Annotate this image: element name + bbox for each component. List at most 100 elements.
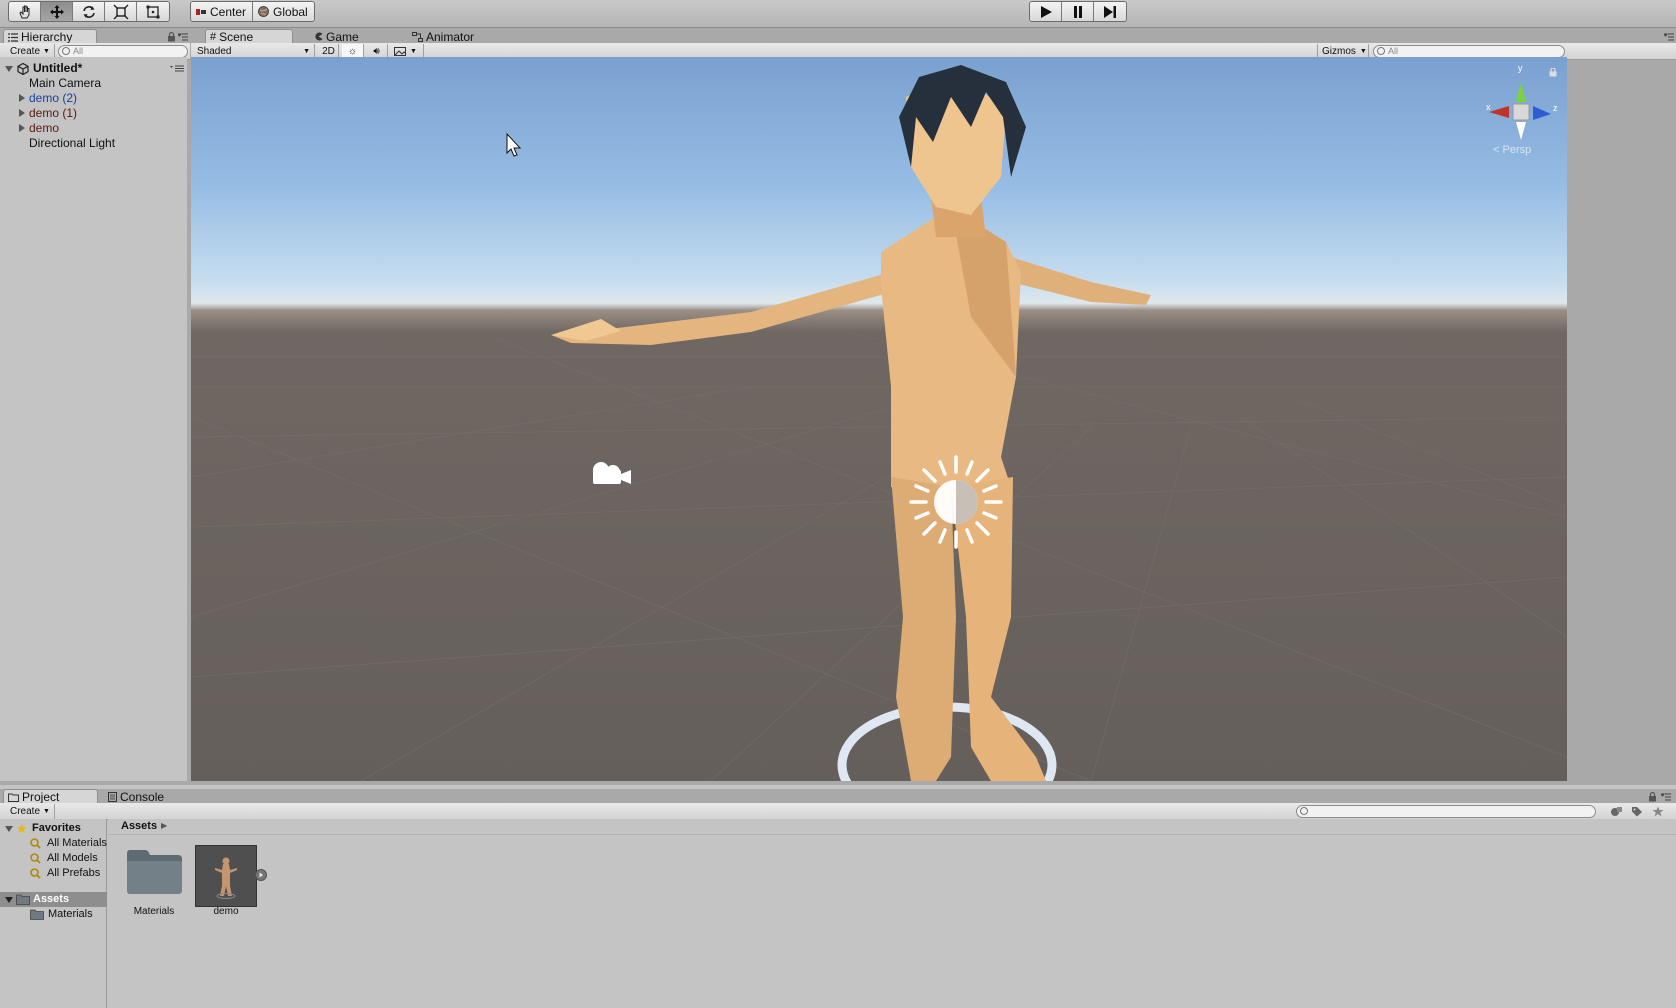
grid-icon: # (210, 31, 217, 43)
tab-hierarchy[interactable]: Hierarchy (3, 29, 97, 44)
filter-by-type-icon[interactable] (1610, 806, 1623, 817)
pause-icon (1073, 5, 1082, 18)
pivot-global-label: Global (273, 4, 308, 19)
asset-item-label: demo (213, 906, 239, 917)
hierarchy-item[interactable]: demo (2) (0, 91, 187, 106)
tab-console[interactable]: Console (104, 789, 184, 804)
favorites-row[interactable]: ★ Favorites (0, 821, 107, 836)
search-icon (1300, 807, 1308, 815)
speaker-icon: 🔊︎ (373, 46, 380, 57)
pivot-center-button[interactable]: Center (191, 2, 254, 21)
pivot-toggles: Center Global (190, 1, 315, 22)
panel-menu-icon[interactable] (1661, 793, 1671, 801)
asset-folder-item[interactable]: Materials (0, 907, 107, 922)
tab-scene[interactable]: # Scene (205, 29, 293, 44)
search-icon (1377, 47, 1385, 55)
gizmos-label: Gizmos (1322, 46, 1356, 57)
lock-icon[interactable] (1549, 68, 1557, 77)
hierarchy-panel: Untitled* Main Camera demo (2) demo (1) … (0, 57, 187, 781)
lock-icon[interactable] (167, 32, 176, 42)
projection-mode-label[interactable]: < Persp (1493, 144, 1531, 156)
pivot-center-icon (196, 8, 206, 15)
pivot-global-button[interactable]: Global (253, 2, 314, 21)
scene-viewport[interactable]: x y z < Persp (191, 57, 1567, 781)
expand-asset-icon[interactable] (255, 869, 267, 881)
hierarchy-item-label: Directional Light (29, 136, 116, 150)
hierarchy-item[interactable]: demo (0, 121, 187, 136)
hand-tool-button[interactable] (9, 2, 41, 21)
chevron-down-icon: ▼ (43, 808, 50, 815)
panel-menu-icon[interactable] (178, 33, 188, 41)
tab-project[interactable]: Project (3, 789, 98, 804)
axis-y-label: y (1518, 63, 1523, 73)
pivot-center-label: Center (210, 4, 247, 19)
axis-z-label: z (1553, 103, 1558, 113)
rect-tool-button[interactable] (137, 2, 169, 21)
scene-root-row[interactable]: Untitled* (0, 61, 187, 76)
asset-item-demo[interactable] (195, 845, 257, 907)
main-toolbar: Center Global (0, 0, 1676, 28)
tag-icon[interactable] (1631, 806, 1643, 817)
favorite-item[interactable]: All Materials (0, 836, 107, 851)
project-search-input[interactable] (1296, 805, 1596, 818)
scale-tool-button[interactable] (105, 2, 137, 21)
asset-item-materials[interactable] (125, 849, 183, 899)
animator-tab-label: Animator (426, 29, 475, 44)
breadcrumb-item[interactable]: Assets (121, 820, 157, 832)
hierarchy-tab-label: Hierarchy (21, 30, 73, 44)
assets-label: Assets (33, 893, 70, 905)
hierarchy-item[interactable]: Directional Light (0, 136, 187, 151)
scene-menu-icon[interactable] (170, 65, 184, 72)
breadcrumb: Assets ▶ (108, 819, 1676, 835)
chevron-left-icon: < (1493, 144, 1500, 156)
nodes-icon (412, 31, 423, 42)
tab-game[interactable]: Game (310, 29, 380, 44)
directional-light-gizmo-icon[interactable] (909, 455, 1003, 549)
favorites-label: Favorites (32, 822, 81, 834)
pause-button[interactable] (1062, 2, 1094, 21)
camera-gizmo-icon[interactable] (593, 462, 631, 484)
character-model[interactable] (551, 65, 1151, 781)
favorite-item[interactable]: All Prefabs (0, 866, 107, 881)
folder-icon (8, 793, 19, 802)
shading-mode-label: Shaded (197, 46, 232, 57)
ground-grid (191, 316, 1567, 781)
console-icon (108, 791, 117, 802)
play-controls (1029, 1, 1127, 22)
project-create-button[interactable]: Create ▼ (6, 804, 55, 819)
rotate-tool-button[interactable] (73, 2, 105, 21)
hierarchy-item[interactable]: Main Camera (0, 76, 187, 91)
expand-right-icon[interactable] (19, 94, 25, 102)
list-icon (8, 32, 18, 42)
expand-down-icon[interactable] (5, 66, 13, 72)
project-tab-label: Project (22, 790, 60, 804)
search-filter-icon (30, 853, 41, 864)
play-button[interactable] (1030, 2, 1062, 21)
axis-x-label: x (1486, 102, 1491, 112)
expand-right-icon[interactable] (19, 109, 25, 117)
star-icon: ★ (16, 821, 28, 836)
asset-folder-label: Materials (48, 908, 93, 920)
orientation-gizmo-icon[interactable] (1489, 82, 1551, 140)
scene-search-placeholder: All (1388, 46, 1399, 56)
expand-right-icon[interactable] (19, 124, 25, 132)
scene-name: Untitled* (33, 61, 83, 75)
move-tool-button[interactable] (41, 2, 73, 21)
chevron-down-icon: ▼ (43, 48, 50, 55)
hierarchy-item-label: demo (1) (29, 106, 78, 120)
tab-animator[interactable]: Animator (408, 29, 498, 44)
assets-root-row[interactable]: Assets (0, 892, 107, 907)
expand-down-icon[interactable] (5, 826, 13, 832)
step-button[interactable] (1094, 2, 1126, 21)
favorite-item[interactable]: All Models (0, 851, 107, 866)
game-tab-label: Game (326, 29, 359, 44)
mouse-cursor-icon (506, 132, 522, 157)
star-icon[interactable] (1652, 806, 1664, 817)
model-preview-icon (215, 857, 237, 899)
panel-menu-icon[interactable] (1664, 33, 1674, 41)
lock-icon[interactable] (1648, 792, 1657, 802)
scene-tabbar: # Scene Game Animator (191, 29, 1676, 44)
rect-icon (146, 5, 160, 18)
expand-down-icon[interactable] (5, 897, 13, 903)
hierarchy-item[interactable]: demo (1) (0, 106, 187, 121)
